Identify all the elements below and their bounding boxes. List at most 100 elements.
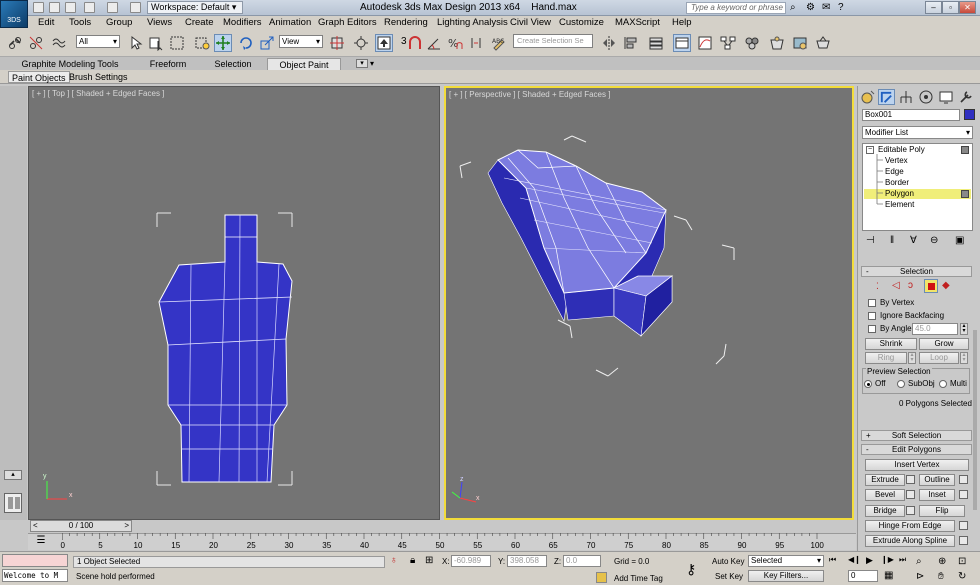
- menu-customize[interactable]: Customize: [559, 17, 604, 28]
- element-mode-icon[interactable]: ◆: [942, 280, 950, 291]
- percent-snap-icon[interactable]: %: [446, 34, 464, 52]
- angle-value-field[interactable]: 45.0: [912, 323, 958, 335]
- menu-create[interactable]: Create: [185, 17, 214, 28]
- next-frame-icon[interactable]: ❙▶: [881, 555, 894, 564]
- menu-civil-view[interactable]: Civil View: [510, 17, 551, 28]
- menu-views[interactable]: Views: [147, 17, 172, 28]
- zoom-icon[interactable]: ⌕: [916, 556, 922, 567]
- save-file-icon[interactable]: [65, 2, 76, 13]
- extrude-spline-settings-icon[interactable]: [959, 536, 968, 545]
- reference-coordinate-dropdown[interactable]: View ▾: [279, 35, 323, 48]
- angle-snap-icon[interactable]: [425, 34, 443, 52]
- select-and-rotate-icon[interactable]: [237, 34, 255, 52]
- y-coordinate-field[interactable]: 398.058: [507, 555, 547, 567]
- select-and-manipulate-icon[interactable]: [352, 34, 370, 52]
- render-setup-icon[interactable]: [768, 34, 786, 52]
- inset-settings-icon[interactable]: [959, 490, 968, 499]
- x-coordinate-field[interactable]: -60.989: [451, 555, 491, 567]
- vertex-mode-icon[interactable]: ⁚: [876, 281, 879, 292]
- maxscript-input[interactable]: Welcome to M: [2, 569, 68, 582]
- absolute-mode-icon[interactable]: ⊞: [425, 555, 433, 566]
- set-key-button[interactable]: Set Key: [715, 572, 743, 581]
- field-of-view-icon[interactable]: ⊳: [916, 571, 924, 582]
- tab-selection[interactable]: Selection: [205, 58, 261, 70]
- selection-filter-dropdown[interactable]: All ▾: [76, 35, 120, 48]
- edit-named-selection-icon[interactable]: ABC: [490, 34, 508, 52]
- set-key-icon[interactable]: ⚷: [686, 561, 696, 578]
- polygon-mode-icon[interactable]: [924, 279, 938, 293]
- ring-spinner[interactable]: ▴ ▾: [908, 352, 916, 364]
- grow-button[interactable]: Grow: [919, 338, 969, 350]
- shrink-button[interactable]: Shrink: [865, 338, 917, 350]
- play-icon[interactable]: ▶: [866, 555, 873, 566]
- snaps-toggle-icon[interactable]: [406, 34, 424, 52]
- render-production-icon[interactable]: [814, 34, 832, 52]
- stack-vertex[interactable]: Vertex: [885, 156, 908, 166]
- application-button[interactable]: 3DS: [0, 0, 28, 28]
- loop-button[interactable]: Loop: [919, 352, 959, 364]
- inset-button[interactable]: Inset: [919, 489, 955, 501]
- select-and-move-icon[interactable]: [214, 34, 232, 52]
- by-vertex-checkbox[interactable]: [868, 299, 876, 307]
- subscription-icon[interactable]: ⚙: [806, 2, 815, 13]
- ignore-backfacing-checkbox[interactable]: [868, 312, 876, 320]
- extrude-button[interactable]: Extrude: [865, 474, 905, 486]
- by-angle-checkbox[interactable]: [868, 325, 876, 333]
- redo-icon[interactable]: [107, 2, 118, 13]
- menu-lighting-analysis[interactable]: Lighting Analysis: [437, 17, 508, 28]
- object-color-swatch[interactable]: [964, 109, 975, 120]
- key-mode-dropdown[interactable]: Selected ▾: [748, 555, 824, 567]
- project-folder-icon[interactable]: [130, 2, 141, 13]
- menu-graph-editors[interactable]: Graph Editors: [318, 17, 377, 28]
- stack-collapse-icon[interactable]: −: [866, 146, 874, 154]
- graphite-ribbon-toggle-icon[interactable]: [673, 34, 691, 52]
- stack-pin-icon[interactable]: [961, 146, 969, 154]
- add-time-tag-label[interactable]: Add Time Tag: [614, 574, 663, 583]
- insert-vertex-button[interactable]: Insert Vertex: [865, 459, 969, 471]
- search-input[interactable]: Type a keyword or phrase: [686, 2, 786, 14]
- previous-frame-icon[interactable]: ◀❙: [848, 555, 861, 564]
- auto-key-button[interactable]: Auto Key: [712, 557, 744, 566]
- select-and-link-icon[interactable]: [6, 34, 24, 52]
- layer-manager-icon[interactable]: [647, 34, 665, 52]
- ribbon-minimize-icon[interactable]: ▾: [356, 59, 368, 68]
- time-slider-next-icon[interactable]: >: [124, 521, 129, 531]
- ribbon-options-icon[interactable]: ▾: [370, 59, 374, 68]
- viewport-top[interactable]: [ + ] [ Top ] [ Shaded + Edged Faces ] x…: [28, 86, 440, 520]
- create-panel-icon[interactable]: [860, 89, 877, 105]
- show-end-result-icon[interactable]: ‖: [890, 235, 894, 246]
- bridge-settings-icon[interactable]: [906, 506, 915, 515]
- rollout-soft-selection[interactable]: + Soft Selection: [861, 430, 972, 441]
- remove-modifier-icon[interactable]: ⊖: [930, 235, 938, 246]
- menu-rendering[interactable]: Rendering: [384, 17, 428, 28]
- utilities-panel-icon[interactable]: [958, 89, 975, 105]
- menu-tools[interactable]: Tools: [69, 17, 91, 28]
- command-panel-scrollbar[interactable]: [973, 330, 977, 510]
- stack-edge[interactable]: Edge: [885, 167, 904, 177]
- rollout-selection[interactable]: - Selection: [861, 266, 972, 277]
- preview-off-radio[interactable]: [864, 380, 872, 388]
- communication-center-icon[interactable]: ✉: [822, 2, 830, 13]
- pin-stack-icon[interactable]: ⊣: [866, 235, 875, 246]
- mini-curve-editor-icon[interactable]: ☰: [33, 535, 49, 548]
- bridge-button[interactable]: Bridge: [865, 505, 905, 517]
- time-slider-prev-icon[interactable]: <: [33, 521, 38, 531]
- pan-icon[interactable]: ✋︎: [938, 571, 944, 582]
- keyboard-shortcut-override-icon[interactable]: [375, 34, 393, 52]
- unlink-selection-icon[interactable]: [27, 34, 45, 52]
- viewport-layout-preset[interactable]: [4, 493, 22, 513]
- expand-layout-icon[interactable]: ▴: [4, 470, 22, 480]
- extrude-along-spline-button[interactable]: Extrude Along Spline: [865, 535, 955, 547]
- new-scene-icon[interactable]: [33, 2, 44, 13]
- maxscript-listener-mini[interactable]: [2, 554, 68, 567]
- hierarchy-panel-icon[interactable]: [898, 89, 915, 105]
- flip-button[interactable]: Flip: [919, 505, 965, 517]
- border-mode-icon[interactable]: ↄ: [908, 280, 913, 291]
- tab-freeform[interactable]: Freeform: [140, 58, 196, 70]
- bevel-button[interactable]: Bevel: [865, 489, 905, 501]
- menu-maxscript[interactable]: MAXScript: [615, 17, 660, 28]
- zoom-extents-icon[interactable]: ⊡: [958, 556, 966, 567]
- select-by-name-icon[interactable]: [147, 34, 165, 52]
- spinner-snap-icon[interactable]: [467, 34, 485, 52]
- search-icon[interactable]: ⌕: [790, 2, 796, 13]
